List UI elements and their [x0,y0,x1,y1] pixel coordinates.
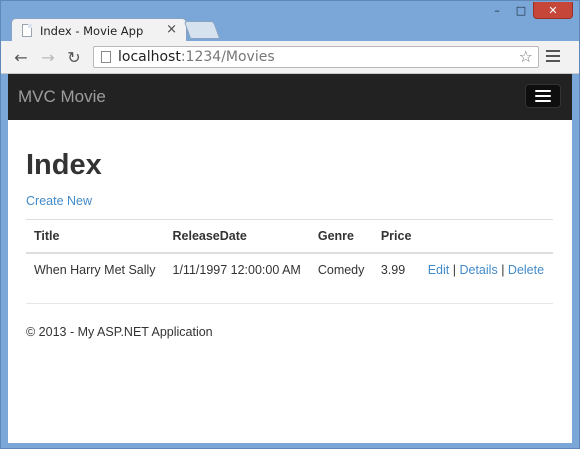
edit-link[interactable]: Edit [428,263,450,277]
cell-title: When Harry Met Sally [34,262,156,277]
toggle-bar-icon [535,100,551,102]
column-header-title: Title [34,228,60,243]
action-separator: | [501,262,505,277]
page-title: Index [26,149,102,181]
details-link[interactable]: Details [459,263,497,277]
tab-title: Index - Movie App [40,24,144,38]
forward-arrow-icon[interactable]: → [38,47,58,67]
cell-actions: Edit | Details | Delete [420,253,553,286]
back-arrow-icon[interactable]: ← [11,47,31,67]
cell-price: 3.99 [380,262,406,277]
tab-index[interactable]: Index - Movie App × [11,18,187,42]
cell-genre: Comedy [317,262,365,277]
tab-strip: Index - Movie App × – □ ✕ [1,1,579,42]
page-icon [101,51,111,63]
footer-text: © 2013 - My ASP.NET Application [26,325,213,339]
navbar-toggle-button[interactable] [525,84,561,108]
site-navbar: MVC Movie [8,74,572,120]
cell-release-date: 1/11/1997 12:00:00 AM [172,262,301,277]
address-bar[interactable]: localhost:1234/Movies ☆ [93,46,539,68]
table-header-row: Title ReleaseDate Genre Price [26,219,553,253]
column-header-genre: Genre [317,228,354,243]
reload-icon[interactable]: ↻ [64,47,84,67]
toggle-bar-icon [535,95,551,97]
page-favicon-icon [22,24,32,37]
action-separator: | [452,262,456,277]
browser-window: Index - Movie App × – □ ✕ ← → ↻ localhos… [0,0,580,449]
column-header-price: Price [380,228,412,243]
browser-toolbar: ← → ↻ localhost:1234/Movies ☆ [1,41,579,74]
url-text: localhost:1234/Movies [118,49,275,65]
maximize-button[interactable]: □ [509,2,533,19]
movies-table: Title ReleaseDate Genre Price When Harry… [26,219,553,286]
minimize-button[interactable]: – [485,2,509,19]
window-controls: – □ ✕ [485,2,573,20]
tab-close-icon[interactable]: × [166,22,177,38]
star-icon[interactable]: ☆ [519,47,533,66]
column-header-actions [420,220,553,253]
footer-divider [26,303,553,304]
close-window-button[interactable]: ✕ [533,2,573,19]
delete-link[interactable]: Delete [508,263,544,277]
column-header-releasedate: ReleaseDate [172,228,247,243]
page-viewport: MVC Movie Index Create New Title Release… [8,74,572,443]
create-new-link[interactable]: Create New [26,194,92,208]
toggle-bar-icon [535,90,551,92]
navbar-brand[interactable]: MVC Movie [18,87,106,107]
menu-icon[interactable] [546,50,560,62]
table-row: When Harry Met Sally 1/11/1997 12:00:00 … [26,253,553,286]
new-tab-button[interactable] [183,21,221,39]
